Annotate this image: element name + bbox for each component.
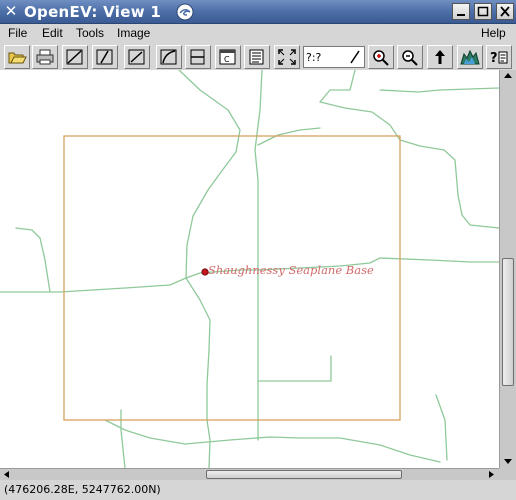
vertical-scroll-thumb[interactable] xyxy=(502,258,514,386)
scroll-down-arrow-icon[interactable] xyxy=(503,458,513,466)
fit-extents-button[interactable] xyxy=(274,45,300,69)
3d-view-button[interactable] xyxy=(457,45,483,69)
window-menu-x-icon[interactable]: ✕ xyxy=(4,3,18,19)
map-view-canvas[interactable]: Shaughnessy Seaplane Base xyxy=(0,70,499,468)
horizontal-scrollbar[interactable] xyxy=(0,468,499,480)
maximize-icon xyxy=(477,6,489,17)
window-title: OpenEV: View 1 xyxy=(24,3,162,21)
open-folder-icon xyxy=(8,52,27,64)
roi-tool-icon: C xyxy=(219,49,236,65)
zoom-in-icon xyxy=(373,50,389,66)
title-bar[interactable]: ✕ OpenEV: View 1 xyxy=(0,0,516,24)
menu-bar: File Edit Tools Image Help xyxy=(0,24,516,42)
menu-file[interactable]: File xyxy=(8,25,27,41)
close-icon xyxy=(500,6,510,17)
swirl-icon[interactable] xyxy=(176,3,194,21)
scroll-right-arrow-icon[interactable] xyxy=(488,470,496,479)
pencil-icon xyxy=(350,50,360,64)
3d-view-icon xyxy=(460,49,480,65)
print-icon xyxy=(36,49,54,65)
minimize-button[interactable] xyxy=(452,3,470,20)
scrollbar-corner xyxy=(499,468,516,480)
menu-tools[interactable]: Tools xyxy=(76,25,104,41)
maximize-button[interactable] xyxy=(474,3,492,20)
zoom-in-button[interactable] xyxy=(368,45,394,69)
menu-edit[interactable]: Edit xyxy=(42,25,63,41)
print-button[interactable] xyxy=(32,45,58,69)
draw-line-button[interactable] xyxy=(62,45,88,69)
text-label-icon xyxy=(249,49,264,65)
open-button[interactable] xyxy=(4,45,30,69)
close-button[interactable] xyxy=(496,3,514,20)
roi-tool-button[interactable]: C xyxy=(215,45,241,69)
scroll-up-arrow-icon[interactable] xyxy=(503,71,513,79)
seaplane-base-label: Shaughnessy Seaplane Base xyxy=(208,263,374,277)
vertical-scrollbar[interactable] xyxy=(499,70,516,468)
edit-vertex-button[interactable] xyxy=(156,45,182,69)
menu-help[interactable]: Help xyxy=(481,25,506,41)
draw-polyline-button[interactable] xyxy=(92,45,118,69)
zoom-ratio-field[interactable] xyxy=(303,46,365,68)
node-tool-icon xyxy=(190,49,205,65)
menu-image[interactable]: Image xyxy=(117,25,150,41)
cursor-coordinates: (476206.28E, 5247762.00N) xyxy=(4,483,161,496)
whats-this-help-icon: ? xyxy=(490,51,508,66)
draw-area-button[interactable] xyxy=(124,45,150,69)
draw-area-icon xyxy=(128,49,145,65)
horizontal-scroll-thumb[interactable] xyxy=(206,470,402,479)
whats-this-help-button[interactable]: ? xyxy=(486,45,512,69)
node-tool-button[interactable] xyxy=(185,45,211,69)
north-arrow-icon xyxy=(435,50,445,64)
map-drawing[interactable]: Shaughnessy Seaplane Base xyxy=(0,70,499,468)
draw-polyline-icon xyxy=(96,49,113,65)
zoom-out-icon xyxy=(402,50,418,66)
text-label-button[interactable] xyxy=(244,45,270,69)
region-extent-box xyxy=(63,135,401,421)
toolbar: C ?:? ? xyxy=(0,42,516,70)
minimize-icon xyxy=(457,14,465,16)
svg-text:?: ? xyxy=(490,51,498,66)
fit-extents-icon xyxy=(278,49,296,65)
zoom-ratio-input[interactable] xyxy=(306,49,350,65)
zoom-out-button[interactable] xyxy=(397,45,423,69)
svg-text:C: C xyxy=(224,55,230,64)
status-bar: (476206.28E, 5247762.00N) xyxy=(0,480,516,500)
north-arrow-button[interactable] xyxy=(427,45,453,69)
draw-line-icon xyxy=(66,49,83,65)
edit-vertex-icon xyxy=(160,49,177,65)
scroll-left-arrow-icon[interactable] xyxy=(2,470,10,479)
